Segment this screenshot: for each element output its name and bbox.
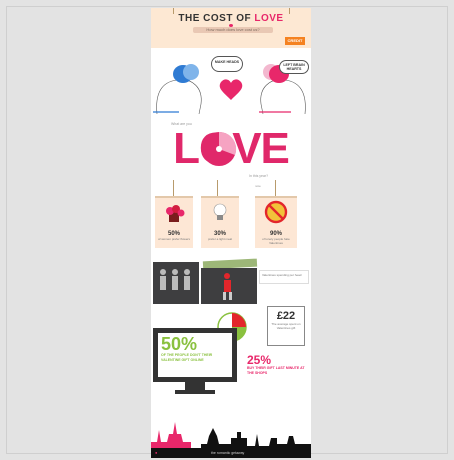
card-3-caption: of lonely people hate Valentines — [262, 237, 290, 245]
bubble-right: LEFT BRAIN HEARTS — [279, 60, 309, 74]
center-heart-icon — [219, 79, 243, 100]
love-answer: In this year? — [249, 174, 269, 178]
no-sign-icon — [264, 200, 288, 224]
title-love: LOVE — [254, 13, 284, 24]
card-flowers: 50% of women prefer flowers — [155, 196, 193, 248]
page-title: THE COST OF LOVE — [151, 13, 311, 24]
price-value: £22 — [276, 310, 296, 322]
card-bulb: 30% prefer a light meal — [201, 196, 239, 248]
side-percent: 25% — [247, 353, 272, 367]
credit-tag[interactable]: CREDIT — [285, 37, 305, 45]
monitor-screen: 50% OF THE PEOPLE DON'T THEIR VALENTINE … — [153, 328, 237, 382]
footer-bullet: ● — [155, 450, 158, 455]
people-figures-icon — [160, 269, 190, 290]
price-caption: The average spent on Valentines gift — [271, 322, 301, 330]
title-text: THE COST OF — [178, 13, 255, 24]
light-bulb-icon — [213, 203, 227, 220]
monitor-base — [175, 390, 215, 394]
card-string-1 — [173, 180, 174, 196]
footer-text: the romantic getaway — [211, 451, 245, 455]
runner-panel — [201, 268, 257, 304]
card-string-3 — [275, 180, 276, 196]
side-percent-caption: BUY THEIR GIFT LAST MINUTE AT THE SHOPS — [247, 366, 305, 375]
price-tag: £22 The average spent on Valentines gift — [267, 306, 305, 346]
people-panel — [153, 262, 199, 304]
card-1-caption: of women prefer flowers — [157, 237, 190, 241]
people-caption: Valentines spending per head — [259, 270, 309, 284]
runner-icon — [223, 273, 232, 300]
card-2-caption: prefer a light meal — [207, 237, 232, 241]
big-percent-caption: OF THE PEOPLE DON'T THEIR VALENTINE GIFT… — [161, 353, 213, 362]
footer-bar: ● the romantic getaway — [151, 448, 311, 458]
monitor-stand — [185, 382, 205, 390]
subtitle: How much does love cost us? — [193, 27, 273, 33]
card-no-valentine: 90% of lonely people hate Valentines — [255, 196, 297, 248]
infographic: THE COST OF LOVE How much does love cost… — [151, 8, 311, 458]
side-stat: 25% BUY THEIR GIFT LAST MINUTE AT THE SH… — [247, 354, 309, 376]
cards-note: note — [255, 184, 261, 188]
big-percent: 50% — [161, 334, 198, 354]
card-string-2 — [217, 180, 218, 196]
love-o-pie-icon — [202, 131, 237, 166]
flower-bouquet-icon — [166, 205, 185, 222]
bubble-left: MAKE HEADS — [211, 56, 243, 72]
head-left-icon — [156, 64, 202, 115]
